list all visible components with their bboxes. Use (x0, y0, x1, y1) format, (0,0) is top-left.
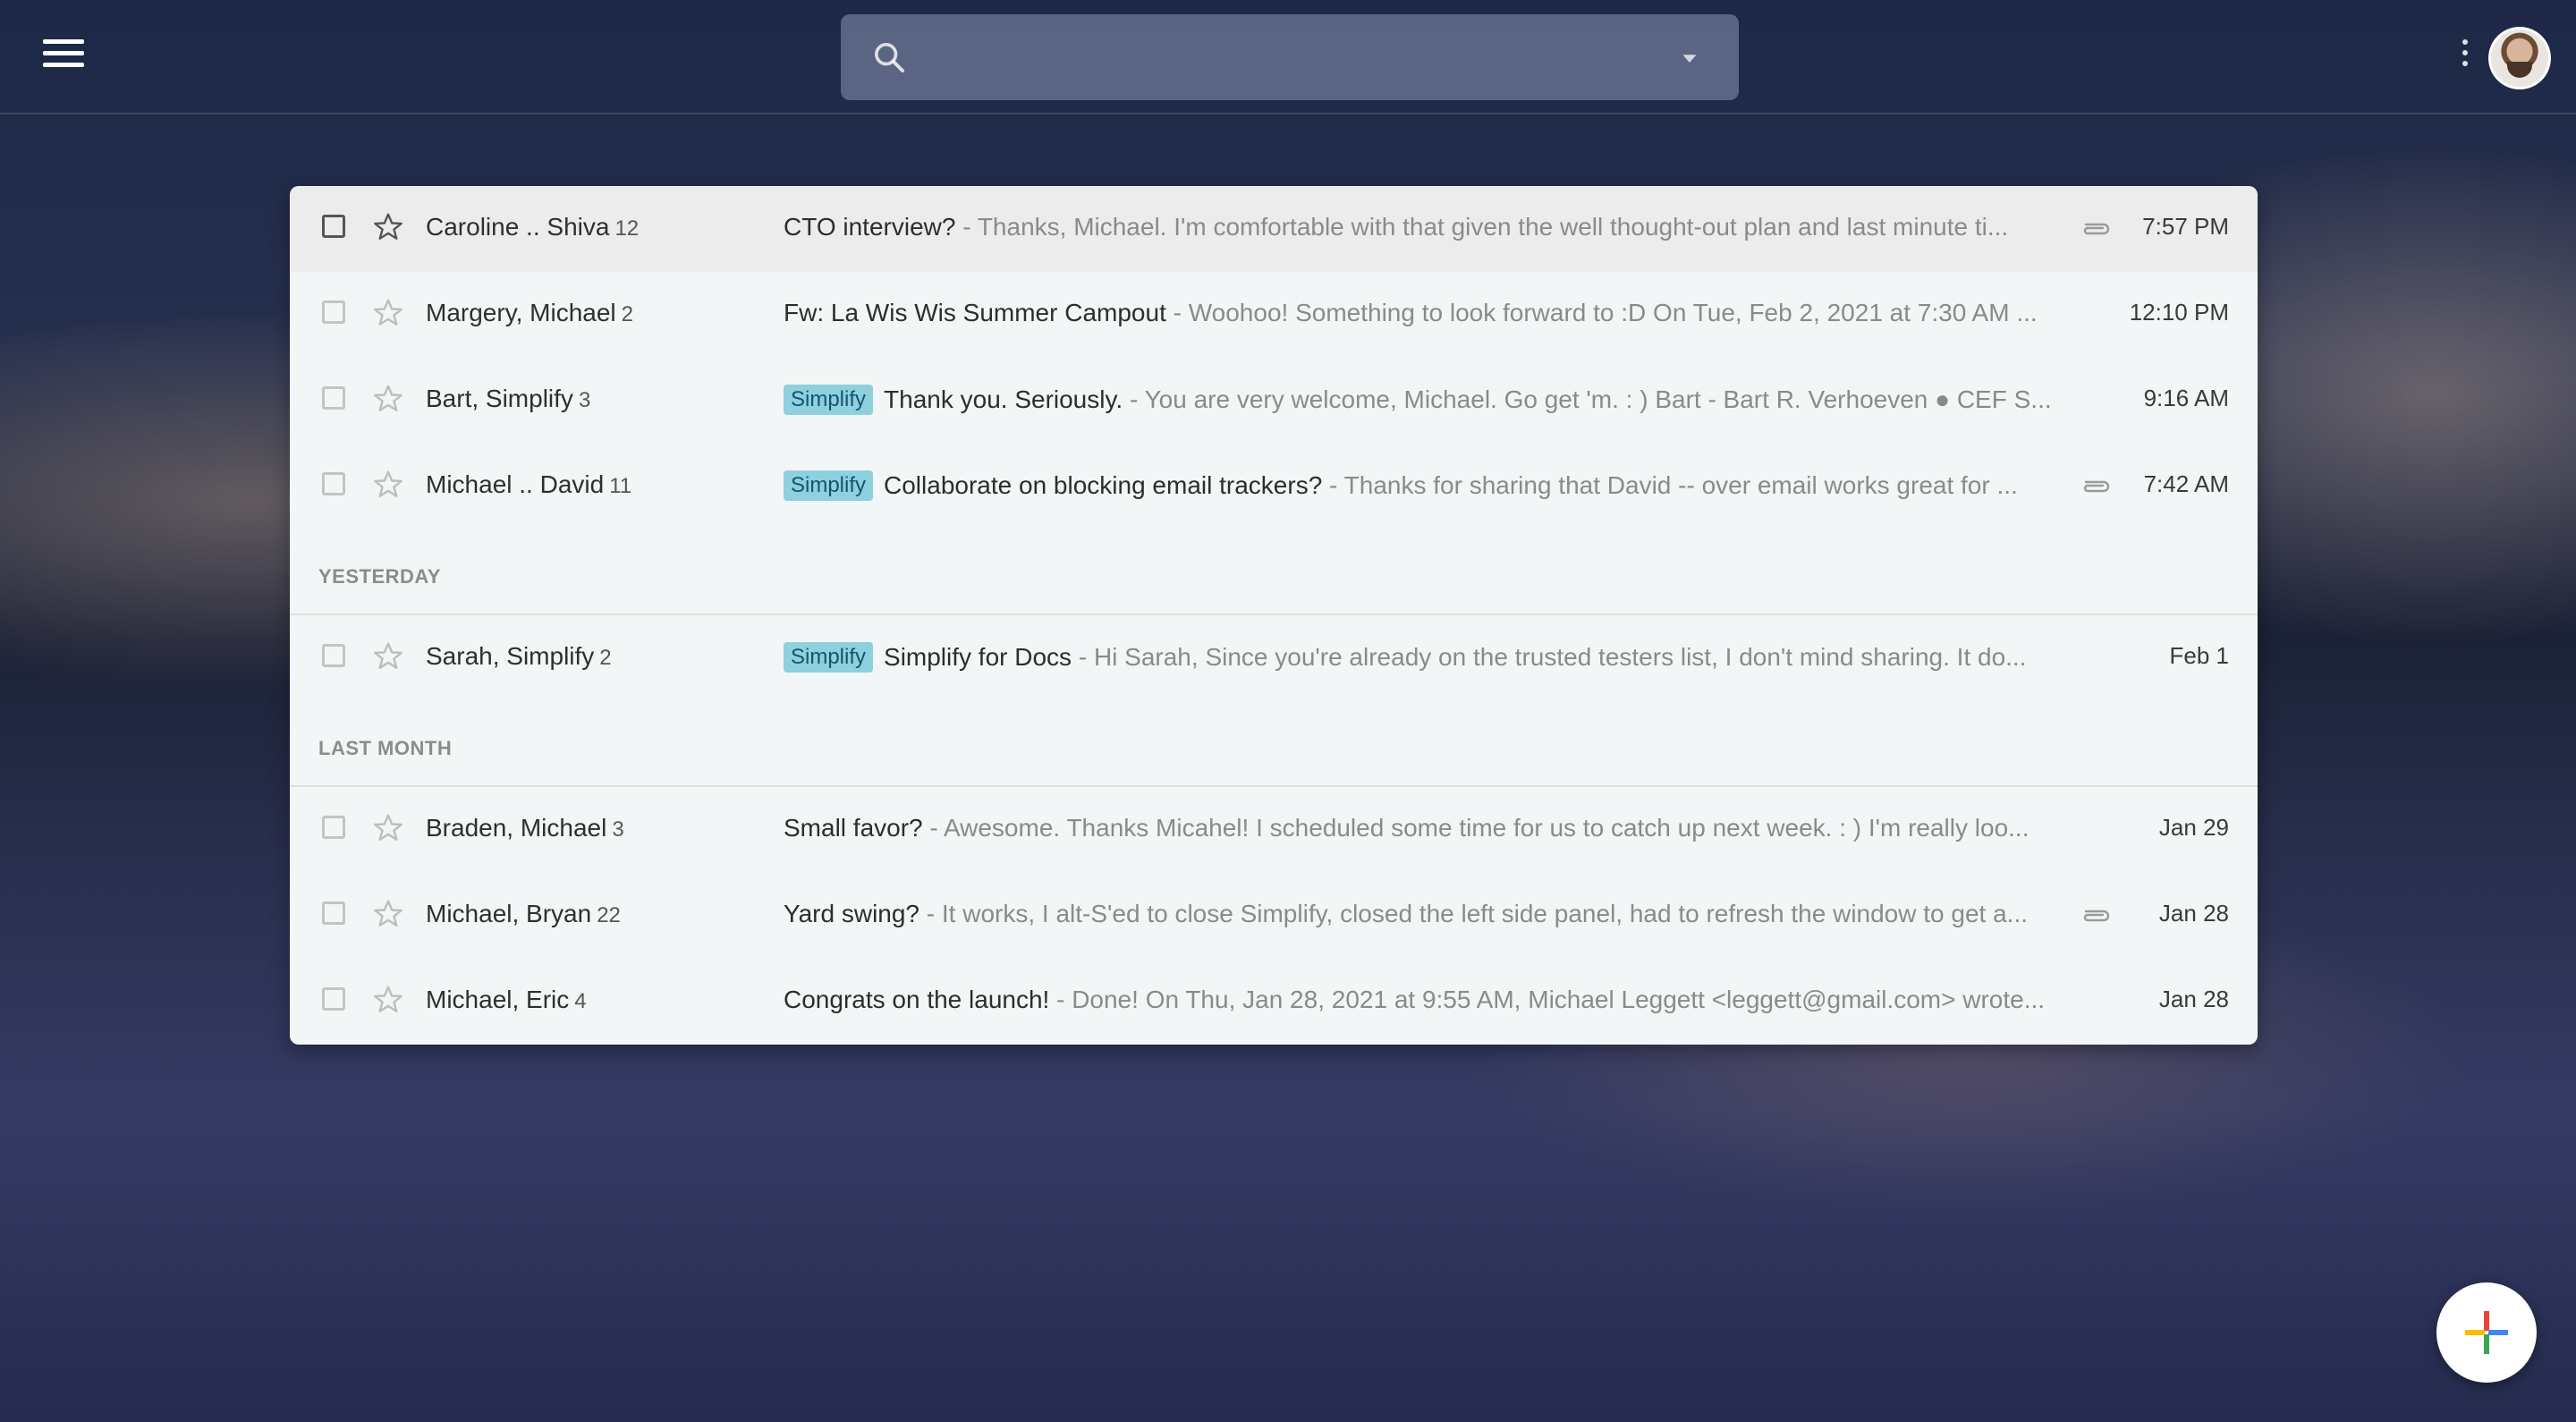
email-row[interactable]: Michael, Eric 4 Congrats on the launch! -… (290, 959, 2258, 1045)
sender-names: Michael, Eric (426, 986, 570, 1013)
vertical-dots-icon[interactable] (2458, 39, 2472, 75)
email-snippet: - Thanks, Michael. I'm comfortable with … (955, 213, 2009, 241)
thread-count: 11 (609, 474, 632, 498)
search-bar[interactable] (841, 14, 1739, 100)
email-snippet: - Done! On Thu, Jan 28, 2021 at 9:55 AM,… (1049, 986, 2046, 1013)
top-bar (0, 0, 2576, 114)
thread-count: 4 (574, 989, 587, 1013)
email-sender: Michael, Bryan 22 (426, 900, 621, 928)
sender-names: Caroline .. Shiva (426, 213, 610, 241)
email-subject: Small favor? (784, 814, 923, 842)
compose-button[interactable] (2436, 1282, 2537, 1383)
email-time: 12:10 PM (2129, 299, 2229, 326)
email-preview: Congrats on the launch! - Done! On Thu, … (784, 986, 2080, 1018)
email-row[interactable]: Michael, Bryan 22 Yard swing? - It works,… (290, 873, 2258, 959)
email-preview: CTO interview? - Thanks, Michael. I'm co… (784, 213, 2045, 245)
email-sender: Michael, Eric 4 (426, 986, 587, 1014)
sender-names: Sarah, Simplify (426, 642, 595, 670)
email-row[interactable]: Sarah, Simplify 2 Simplify Simplify for Do… (290, 615, 2258, 701)
section-header-last-month: LAST MONTH (318, 737, 453, 759)
attachment-icon (2083, 480, 2110, 493)
row-checkbox[interactable] (322, 901, 345, 925)
search-input[interactable] (930, 32, 1614, 84)
email-snippet: - It works, I alt-S'ed to close Simplify… (919, 900, 2029, 927)
sender-names: Michael, Bryan (426, 900, 592, 927)
email-sender: Bart, Simplify 3 (426, 385, 590, 413)
label-badge[interactable]: Simplify (784, 385, 874, 415)
email-preview: Small favor? - Awesome. Thanks Micahel! … (784, 814, 2080, 846)
email-sender: Michael .. David 11 (426, 470, 631, 499)
thread-count: 3 (612, 817, 624, 842)
star-icon[interactable] (372, 469, 404, 501)
sender-names: Margery, Michael (426, 299, 616, 326)
email-time: 9:16 AM (2143, 385, 2229, 411)
row-checkbox[interactable] (322, 215, 345, 238)
star-icon[interactable] (372, 383, 404, 415)
row-checkbox[interactable] (322, 987, 345, 1011)
email-preview: Simplify Collaborate on blocking email tr… (784, 470, 2045, 503)
email-sender: Margery, Michael 2 (426, 299, 633, 327)
email-row[interactable]: Caroline .. Shiva 12 CTO interview? - Tha… (290, 186, 2258, 272)
email-time: Jan 29 (2158, 814, 2229, 841)
email-preview: Fw: La Wis Wis Summer Campout - Woohoo! … (784, 299, 2045, 331)
email-time: Feb 1 (2169, 642, 2230, 669)
search-icon (875, 43, 904, 72)
row-checkbox[interactable] (322, 472, 345, 495)
star-icon[interactable] (372, 211, 404, 243)
email-subject: Thank you. Seriously. (884, 385, 1123, 413)
star-icon[interactable] (372, 898, 404, 930)
email-preview: Yard swing? - It works, I alt-S'ed to cl… (784, 900, 2054, 932)
email-row[interactable]: Michael .. David 11 Simplify Collaborate o… (290, 444, 2258, 529)
row-checkbox[interactable] (322, 300, 345, 324)
thread-count: 2 (599, 646, 612, 670)
email-snippet: - Awesome. Thanks Micahel! I scheduled s… (922, 814, 2029, 842)
email-row[interactable]: Margery, Michael 2 Fw: La Wis Wis Summer … (290, 272, 2258, 358)
attachment-icon (2083, 910, 2110, 922)
email-subject: CTO interview? (784, 213, 956, 241)
thread-count: 2 (621, 302, 634, 326)
sender-names: Braden, Michael (426, 814, 607, 842)
section-header-yesterday: YESTERDAY (318, 565, 441, 588)
email-subject: Collaborate on blocking email trackers? (884, 471, 1323, 499)
email-subject: Yard swing? (784, 900, 920, 927)
email-snippet: - You are very welcome, Michael. Go get … (1123, 385, 2052, 413)
search-options-chevron-down-icon[interactable] (1674, 45, 1705, 72)
star-icon[interactable] (372, 297, 404, 329)
email-preview: Simplify Simplify for Docs - Hi Sarah, Si… (784, 642, 2072, 674)
plus-icon (2465, 1311, 2508, 1354)
email-time: 7:57 PM (2142, 213, 2229, 240)
attachment-icon (2083, 223, 2110, 235)
label-badge[interactable]: Simplify (784, 470, 874, 501)
email-snippet: - Woohoo! Something to look forward to :… (1165, 299, 2038, 326)
email-row[interactable]: Bart, Simplify 3 Simplify Thank you. Serio… (290, 358, 2258, 444)
email-subject: Fw: La Wis Wis Summer Campout (784, 299, 1166, 326)
email-subject: Simplify for Docs (884, 643, 1072, 671)
email-sender: Caroline .. Shiva 12 (426, 213, 639, 241)
thread-count: 22 (597, 903, 621, 927)
row-checkbox[interactable] (322, 644, 345, 667)
email-time: 7:42 AM (2143, 470, 2229, 497)
email-row[interactable]: Braden, Michael 3 Small favor? - Awesome.… (290, 787, 2258, 873)
thread-count: 12 (614, 216, 640, 241)
star-icon[interactable] (372, 812, 404, 844)
email-snippet: - Thanks for sharing that David -- over … (1322, 471, 2018, 499)
sender-names: Bart, Simplify (426, 385, 573, 412)
email-sender: Braden, Michael 3 (426, 814, 624, 842)
email-sender: Sarah, Simplify 2 (426, 642, 612, 671)
email-time: Jan 28 (2158, 900, 2229, 927)
hamburger-menu-icon[interactable] (43, 39, 84, 73)
star-icon[interactable] (372, 984, 404, 1016)
sender-names: Michael .. David (426, 470, 605, 498)
star-icon[interactable] (372, 640, 404, 673)
email-list-panel: Caroline .. Shiva 12 CTO interview? - Tha… (290, 186, 2258, 1045)
avatar[interactable] (2488, 27, 2551, 89)
email-subject: Congrats on the launch! (784, 986, 1050, 1013)
label-badge[interactable]: Simplify (784, 642, 874, 673)
email-time: Jan 28 (2158, 986, 2229, 1012)
email-preview: Simplify Thank you. Seriously. - You are … (784, 385, 2072, 417)
thread-count: 3 (578, 388, 591, 412)
row-checkbox[interactable] (322, 816, 345, 839)
row-checkbox[interactable] (322, 386, 345, 410)
email-snippet: - Hi Sarah, Since you're already on the … (1072, 643, 2027, 671)
